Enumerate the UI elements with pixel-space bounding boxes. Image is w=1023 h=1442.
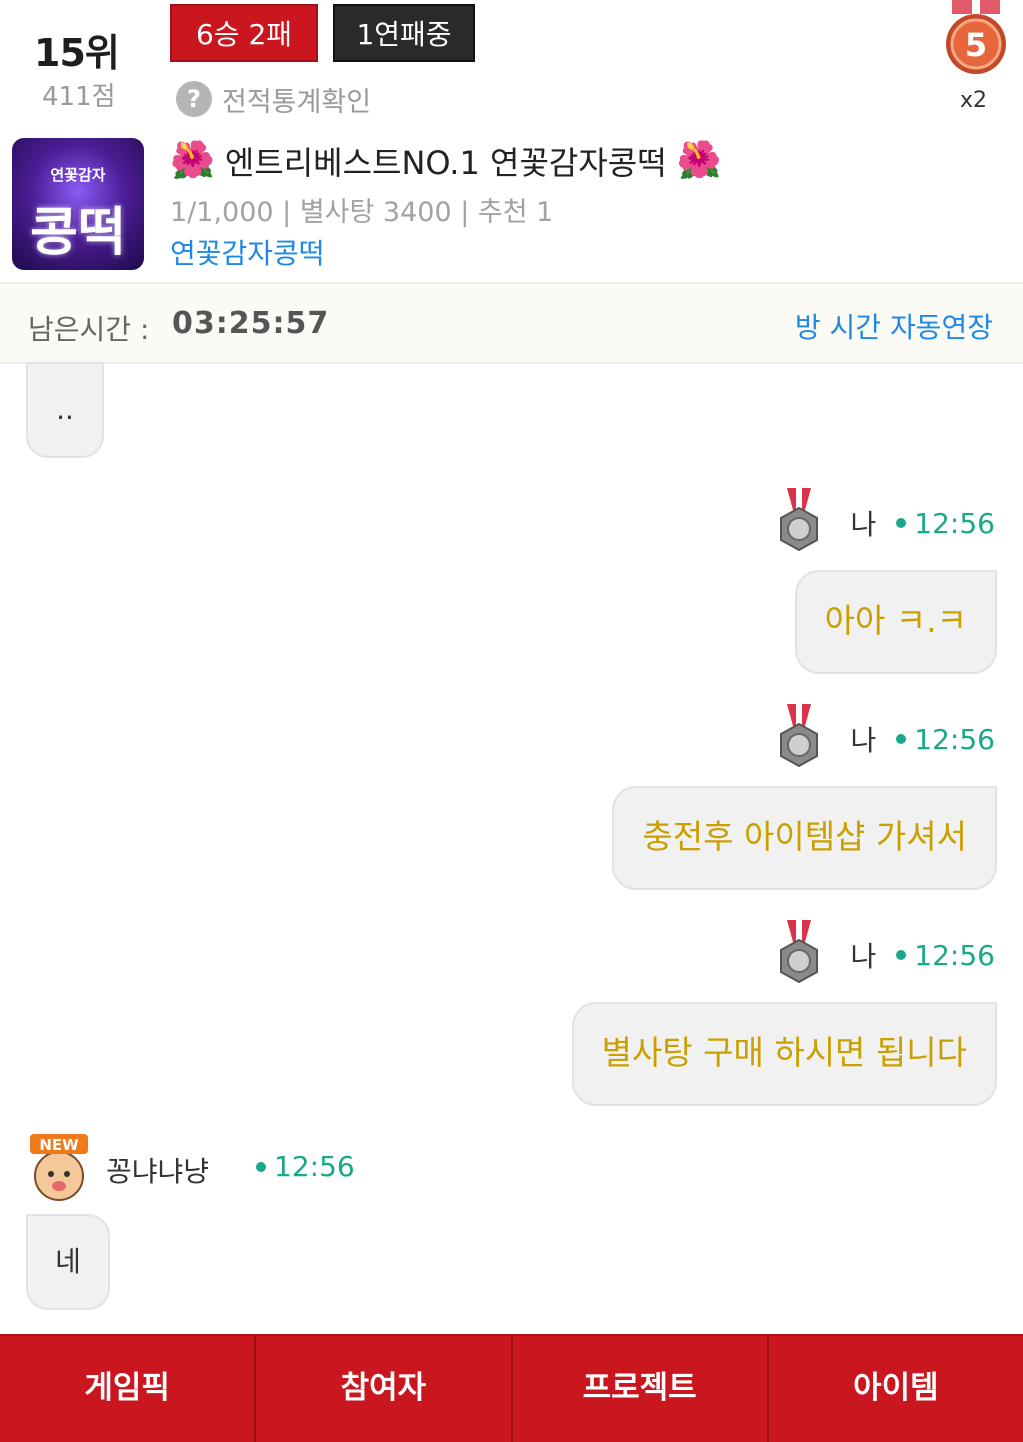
room-thumbnail[interactable]: 연꽃감자 콩떡 — [12, 138, 144, 270]
room-title: 엔트리베스트NO.1 연꽃감자콩떡 — [224, 144, 667, 182]
timestamp: 12:56 — [256, 1150, 355, 1183]
user-avatar[interactable]: NEW — [24, 1134, 94, 1202]
room-meta: 1/1,000 | 별사탕 3400 | 추천 1 — [170, 197, 554, 228]
timer-label: 남은시간 : — [28, 313, 150, 346]
online-dot-icon — [896, 734, 907, 744]
chat-bubble-mine: 충전후 아이템샵 가셔서 — [612, 786, 997, 890]
chat-bubble-other: .. — [26, 362, 104, 458]
message-header: 나 12:56 — [773, 704, 995, 774]
sender-name: 나 — [850, 508, 877, 541]
sender-name: 꽁냐냐냥 — [106, 1155, 210, 1188]
nav-project[interactable]: 프로젝트 — [513, 1336, 769, 1442]
streak-badge: 1연패중 — [333, 4, 475, 62]
message-header: 나 12:56 — [773, 920, 995, 990]
stats-link-label: 전적통계확인 — [222, 86, 372, 118]
rank-label: 15위 — [34, 31, 120, 75]
chat-bubble-mine: 아아 ㅋ.ㅋ — [794, 570, 997, 674]
room-thumb-title: 콩떡 — [30, 203, 126, 263]
timestamp-text: 12:56 — [914, 722, 995, 756]
online-dot-icon — [896, 518, 907, 528]
timer-bar: 남은시간 : 03:25:57 방 시간 자동연장 — [0, 282, 1023, 364]
room-title-row: 🌺 엔트리베스트NO.1 연꽃감자콩떡 🌺 — [170, 138, 721, 184]
silver-medal-icon — [779, 488, 818, 552]
chat-bubble-mine: 별사탕 구매 하시면 됩니다 — [571, 1002, 997, 1106]
timestamp-text: 12:56 — [914, 506, 995, 540]
nav-game-pick[interactable]: 게임픽 — [0, 1336, 257, 1442]
silver-medal-icon — [779, 704, 818, 768]
nav-participants[interactable]: 참여자 — [256, 1336, 513, 1442]
new-badge-text: NEW — [39, 1136, 79, 1154]
hibiscus-icon: 🌺 — [170, 140, 215, 181]
timestamp: 12:56 — [896, 507, 995, 540]
sender-name: 나 — [850, 940, 877, 973]
room-thumb-subtitle: 연꽃감자 — [50, 166, 106, 184]
points-label: 411점 — [42, 82, 116, 112]
silver-medal-icon — [779, 920, 818, 984]
bottom-nav: 게임픽 참여자 프로젝트 아이템 — [0, 1334, 1023, 1442]
win-loss-badge: 6승 2패 — [170, 4, 318, 62]
online-dot-icon — [896, 950, 907, 960]
nav-items[interactable]: 아이템 — [769, 1336, 1023, 1442]
chat-bubble-other: 네 — [26, 1214, 110, 1310]
medal-level-text: 5 — [965, 26, 987, 64]
level-medal-icon: 5 — [946, 0, 1006, 74]
timestamp-text: 12:56 — [274, 1150, 355, 1183]
hibiscus-icon: 🌺 — [676, 140, 722, 181]
question-icon: ? — [176, 81, 212, 117]
room-owner-link[interactable]: 연꽃감자콩떡 — [170, 232, 325, 272]
timestamp-text: 12:56 — [914, 938, 995, 972]
stats-link[interactable]: ? 전적통계확인 — [176, 80, 371, 118]
timestamp: 12:56 — [896, 723, 995, 756]
online-dot-icon — [256, 1161, 266, 1172]
message-header: 나 12:56 — [773, 488, 995, 558]
auto-extend-link[interactable]: 방 시간 자동연장 — [795, 306, 993, 346]
medal-multiplier: x2 — [960, 88, 988, 113]
timestamp: 12:56 — [896, 939, 995, 972]
timer-value: 03:25:57 — [172, 306, 330, 341]
sender-name: 나 — [850, 724, 877, 757]
